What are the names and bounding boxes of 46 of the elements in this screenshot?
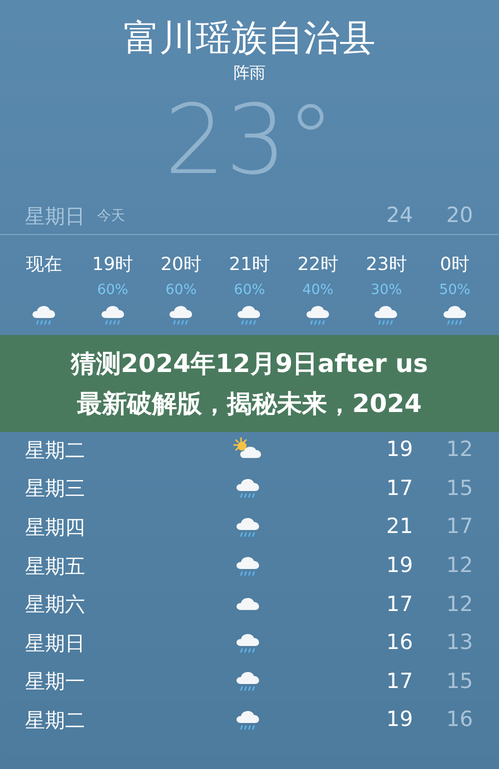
day-high: 17	[385, 474, 413, 502]
day-low: 12	[445, 552, 473, 579]
weather-condition: 阵雨	[234, 62, 266, 84]
day-low: 12	[445, 590, 473, 618]
rain-chance: 60%	[166, 282, 197, 298]
day-low: 12	[445, 436, 473, 464]
rain-chance: 50%	[439, 282, 470, 298]
rain-chance: 60%	[234, 282, 266, 298]
day-high: 21	[385, 513, 413, 540]
hour-label: 现在	[26, 253, 62, 277]
hour-label: 21时	[229, 253, 270, 277]
day-name: 星期日	[25, 630, 86, 657]
day-high: 16	[385, 629, 413, 656]
day-name: 星期四	[25, 514, 86, 542]
day-name: 星期六	[25, 591, 86, 618]
day-high: 17	[385, 668, 413, 695]
day-name: 星期一	[25, 668, 86, 696]
day-low: 15	[445, 668, 473, 695]
rain-chance: 60%	[97, 282, 128, 298]
current-temperature: 23°	[164, 84, 335, 196]
hour-label: 19时	[92, 253, 134, 277]
day-high: 17	[385, 590, 413, 618]
day-name: 星期二	[25, 436, 86, 464]
hour-label: 20时	[160, 253, 202, 277]
city-name: 富川瑶族自治县	[124, 17, 376, 61]
today-low: 20	[445, 202, 473, 230]
today-high: 24	[385, 202, 413, 230]
rain-chance: 40%	[302, 282, 334, 298]
hour-label: 0时	[440, 253, 470, 277]
day-name: 星期三	[25, 475, 86, 502]
day-low: 16	[445, 706, 473, 734]
day-low: 15	[445, 474, 473, 502]
day-low: 17	[445, 513, 473, 540]
banner-title-line: 最新破解版，揭秘未来，2024	[77, 388, 422, 420]
rain-chance: 30%	[370, 282, 402, 298]
hour-label: 23时	[366, 253, 407, 277]
day-high: 19	[385, 552, 413, 579]
day-high: 19	[385, 436, 413, 464]
banner-title-line: 猜测2024年12月9日after us	[70, 348, 428, 380]
hour-label: 22时	[297, 253, 338, 277]
day-low: 13	[445, 629, 473, 656]
day-name: 星期五	[25, 552, 86, 580]
day-high: 19	[385, 706, 413, 734]
today-day: 星期日	[25, 201, 85, 231]
day-name: 星期二	[25, 707, 86, 734]
today-label: 今天	[97, 206, 125, 226]
